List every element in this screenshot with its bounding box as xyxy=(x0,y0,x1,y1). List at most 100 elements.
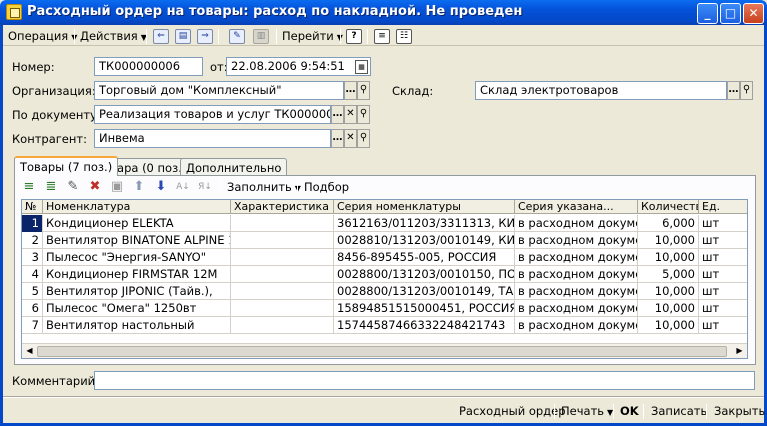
help-icon[interactable]: ? xyxy=(346,29,362,44)
series-specified-cell[interactable]: в расходном докуме... xyxy=(515,266,638,283)
series-specified-cell[interactable]: в расходном докуме... xyxy=(515,249,638,266)
unit-cell[interactable]: шт xyxy=(699,232,747,249)
open-search-icon[interactable]: ⚲ xyxy=(357,81,370,100)
close-window-button[interactable]: ✕ xyxy=(743,3,764,24)
series-specified-cell[interactable]: в расходном докуме... xyxy=(515,317,638,334)
goto-menu[interactable]: Перейти▼ xyxy=(282,28,343,44)
item-cell[interactable]: Вентилятор JIPONIC (Тайв.), xyxy=(43,283,231,300)
table-row[interactable]: 1 Кондиционер ELEKTA 3612163/011203/331131… xyxy=(22,215,747,232)
fill-menu[interactable]: Заполнить▼ xyxy=(227,179,301,195)
maximize-button[interactable]: □ xyxy=(720,3,741,24)
unit-cell[interactable]: шт xyxy=(699,317,747,334)
series-specified-cell[interactable]: в расходном докуме... xyxy=(515,215,638,232)
quantity-cell[interactable]: 5,000 xyxy=(638,266,699,283)
series-cell[interactable]: 8456-895455-005, РОССИЯ xyxy=(334,249,515,266)
counterparty-field[interactable]: Инвема xyxy=(94,129,331,148)
quantity-cell[interactable]: 10,000 xyxy=(638,232,699,249)
table-row[interactable]: 5 Вентилятор JIPONIC (Тайв.), 0028800/1312… xyxy=(22,283,747,300)
row-number[interactable]: 4 xyxy=(22,266,43,283)
unit-cell[interactable]: шт xyxy=(699,283,747,300)
column-header-characteristic[interactable]: Характеристика ... xyxy=(231,200,334,214)
column-header-series[interactable]: Серия номенклатуры xyxy=(334,200,515,214)
operation-menu[interactable]: Операция▼ xyxy=(8,28,77,44)
quantity-cell[interactable]: 6,000 xyxy=(638,215,699,232)
scroll-right-icon[interactable]: ▶ xyxy=(733,345,746,357)
column-header-series-specified[interactable]: Серия указана... xyxy=(515,200,638,214)
table-row[interactable]: 2Вентилятор BINATONE ALPINE 16... 0028810… xyxy=(22,232,747,249)
characteristic-cell[interactable] xyxy=(231,317,334,334)
save-button[interactable]: Записать xyxy=(651,403,707,420)
series-cell[interactable]: 0028800/131203/0010150, ПОЛЬ... xyxy=(334,266,515,283)
comment-field[interactable] xyxy=(94,371,755,390)
column-header-item[interactable]: Номенклатура xyxy=(43,200,231,214)
row-number[interactable]: 5 xyxy=(22,283,43,300)
select-ellipsis-button[interactable]: … xyxy=(331,105,344,124)
tab-additional[interactable]: Дополнительно xyxy=(180,158,288,176)
quantity-cell[interactable]: 10,000 xyxy=(638,300,699,317)
forward-doc-icon[interactable]: ⇒ xyxy=(197,29,213,44)
item-cell[interactable]: Пылесос "Омега" 1250вт xyxy=(43,300,231,317)
unit-cell[interactable]: шт xyxy=(699,215,747,232)
select-ellipsis-button[interactable]: … xyxy=(727,81,740,100)
print-menu[interactable]: Печать ▼ xyxy=(561,403,613,420)
characteristic-cell[interactable] xyxy=(231,266,334,283)
select-ellipsis-button[interactable]: … xyxy=(331,129,344,148)
row-number[interactable]: 2 xyxy=(22,232,43,249)
item-cell[interactable]: Кондиционер FIRMSTAR 12M xyxy=(43,266,231,283)
table-row[interactable]: 4 Кондиционер FIRMSTAR 12M 0028800/131203/… xyxy=(22,266,747,283)
row-number[interactable]: 6 xyxy=(22,300,43,317)
characteristic-cell[interactable] xyxy=(231,232,334,249)
characteristic-cell[interactable] xyxy=(231,249,334,266)
checklist-icon[interactable]: ☷ xyxy=(396,29,412,44)
ok-button[interactable]: OK xyxy=(620,403,639,420)
number-field[interactable]: ТК000000006 xyxy=(94,57,203,76)
warehouse-field[interactable]: Склад электротоваров xyxy=(475,81,727,100)
minimize-button[interactable]: _ xyxy=(697,3,718,24)
characteristic-cell[interactable] xyxy=(231,300,334,317)
open-search-icon[interactable]: ⚲ xyxy=(357,105,370,124)
item-cell[interactable]: Вентилятор BINATONE ALPINE 16... xyxy=(43,232,231,249)
clear-icon[interactable]: ✕ xyxy=(344,129,357,148)
column-header-unit[interactable]: Ед. xyxy=(699,200,747,214)
table-row[interactable]: 6 Пылесос "Омега" 1250вт 15894851515000451… xyxy=(22,300,747,317)
series-cell[interactable]: 0028800/131203/0010149, ТАЙВ... xyxy=(334,283,515,300)
row-number[interactable]: 3 xyxy=(22,249,43,266)
tab-goods[interactable]: Товары (7 поз.) xyxy=(14,156,119,176)
series-specified-cell[interactable]: в расходном докуме... xyxy=(515,283,638,300)
structure-icon[interactable]: ≡ xyxy=(374,29,390,44)
series-cell[interactable]: 15894851515000451, РОССИЯ xyxy=(334,300,515,317)
table-row[interactable]: 3 Пылесос "Энергия-SANYO" 8456-895455-005,… xyxy=(22,249,747,266)
organization-field[interactable]: Торговый дом "Комплексный" xyxy=(94,81,344,100)
series-cell[interactable]: 15744587466332248421743 xyxy=(334,317,515,334)
end-edit-icon[interactable]: ▣ xyxy=(109,179,125,195)
move-down-icon[interactable]: ⬇ xyxy=(153,179,169,195)
quantity-cell[interactable]: 10,000 xyxy=(638,317,699,334)
unit-cell[interactable]: шт xyxy=(699,300,747,317)
characteristic-cell[interactable] xyxy=(231,215,334,232)
series-cell[interactable]: 0028810/131203/0010149, КИТАЙ xyxy=(334,232,515,249)
scrollbar-thumb[interactable] xyxy=(37,346,727,357)
select-ellipsis-button[interactable]: … xyxy=(344,81,357,100)
column-header-quantity[interactable]: Количество xyxy=(638,200,699,214)
row-number[interactable]: 1 xyxy=(22,215,43,232)
column-header-number[interactable]: № xyxy=(22,200,43,214)
quantity-cell[interactable]: 10,000 xyxy=(638,283,699,300)
form-view-icon[interactable]: ▤ xyxy=(175,29,191,44)
open-search-icon[interactable]: ⚲ xyxy=(357,129,370,148)
select-items-button[interactable]: Подбор xyxy=(304,179,349,195)
copy-row-icon[interactable]: ≣ xyxy=(43,179,59,195)
table-row[interactable]: 7 Вентилятор настольный 157445874663322484… xyxy=(22,317,747,334)
unit-cell[interactable]: шт xyxy=(699,249,747,266)
characteristic-cell[interactable] xyxy=(231,283,334,300)
scroll-left-icon[interactable]: ◀ xyxy=(23,345,36,357)
quantity-cell[interactable]: 10,000 xyxy=(638,249,699,266)
sort-asc-icon[interactable]: A↓ xyxy=(175,179,191,195)
post-document-icon[interactable]: ✎ xyxy=(229,29,245,44)
series-cell[interactable]: 3612163/011203/3311313, КИТАЙ xyxy=(334,215,515,232)
add-row-icon[interactable]: ≡ xyxy=(21,179,37,195)
item-cell[interactable]: Пылесос "Энергия-SANYO" xyxy=(43,249,231,266)
base-document-field[interactable]: Реализация товаров и услуг ТК000000006 о… xyxy=(94,105,331,124)
unit-cell[interactable]: шт xyxy=(699,266,747,283)
sort-desc-icon[interactable]: Я↓ xyxy=(197,179,213,195)
horizontal-scrollbar[interactable]: ◀ ▶ xyxy=(22,343,747,358)
